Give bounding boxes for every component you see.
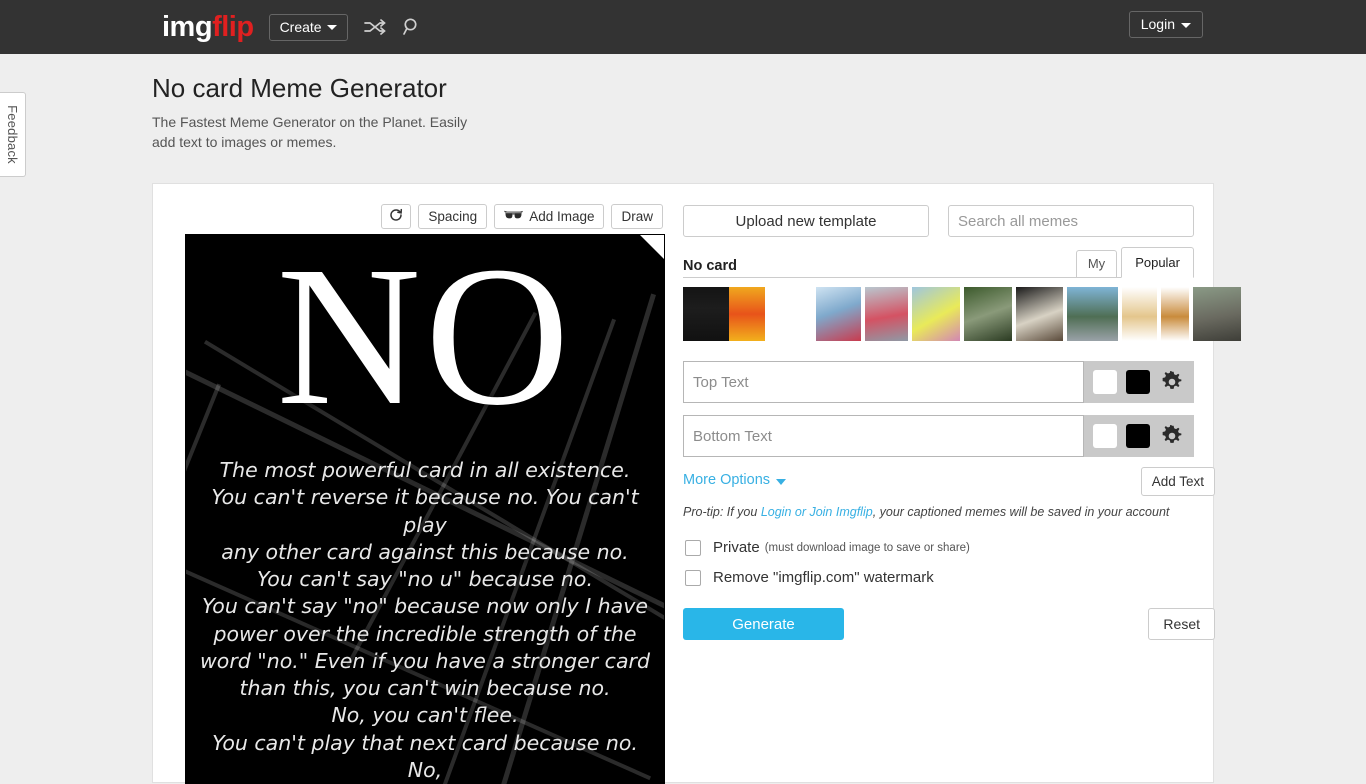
two-buttons-thumb[interactable] (816, 287, 861, 341)
top-text-settings-gear-icon[interactable] (1161, 371, 1183, 393)
generate-button[interactable]: Generate (683, 608, 844, 640)
private-label: Private (713, 539, 760, 556)
top-navigation-bar: imgflip Create Login (0, 0, 1366, 54)
template-tabs: My Popular (1075, 247, 1194, 278)
create-button[interactable]: Create (268, 13, 348, 41)
tab-popular[interactable]: Popular (1121, 247, 1194, 278)
bottom-text-color-swatch-white[interactable] (1093, 424, 1117, 448)
watermark-label: Remove "imgflip.com" watermark (713, 569, 934, 586)
chevron-down-icon (1181, 22, 1191, 28)
pro-tip-prefix: Pro-tip: If you (683, 505, 761, 519)
top-text-color-swatch-white[interactable] (1093, 370, 1117, 394)
add-image-button-label: Add Image (529, 208, 595, 224)
chevron-down-icon (776, 479, 787, 485)
card-corner-cut (640, 235, 664, 259)
current-template-name: No card (683, 258, 737, 274)
distracted-boyfriend-thumb[interactable] (865, 287, 908, 341)
reset-button[interactable]: Reset (1148, 608, 1215, 640)
bottom-text-color-swatch-black[interactable] (1126, 424, 1150, 448)
watermark-checkbox-row[interactable]: Remove "imgflip.com" watermark (683, 569, 934, 586)
options-column: Upload new template No card My Popular (683, 184, 1241, 784)
bottom-text-row (683, 415, 1194, 457)
editor-toolbar: Spacing Add Image Draw (381, 204, 663, 229)
private-checkbox[interactable] (685, 539, 701, 556)
logo-img-part: img (162, 10, 213, 43)
drake-hotline-bling-thumb[interactable] (729, 287, 765, 341)
pro-tip-suffix: , your captioned memes will be saved in … (872, 505, 1170, 519)
search-input[interactable] (948, 205, 1194, 237)
more-options-label: More Options (683, 472, 771, 488)
editor-column: Spacing Add Image Draw NO The most power… (153, 184, 665, 784)
create-button-label: Create (279, 18, 322, 35)
nav-left-group: imgflip Create (162, 0, 422, 54)
chevron-down-icon (326, 25, 337, 30)
feedback-tab-label: Feedback (5, 105, 21, 164)
spacing-button-label: Spacing (428, 208, 478, 224)
running-away-balloon-thumb[interactable] (912, 287, 960, 341)
logo-flip-part: flip (212, 10, 254, 43)
sunglasses-icon (504, 210, 524, 224)
more-options-toggle[interactable]: More Options (683, 472, 787, 488)
page-subtitle: The Fastest Meme Generator on the Planet… (152, 114, 468, 151)
bernie-sanders-thumb[interactable] (1193, 287, 1241, 341)
meme-body-text: The most powerful card in all existence.… (200, 458, 650, 782)
private-checkbox-row[interactable]: Private (must download image to save or … (683, 539, 970, 556)
dog-thumb[interactable] (1161, 287, 1189, 341)
bottom-text-settings-gear-icon[interactable] (1161, 425, 1183, 447)
meme-generator-card: Spacing Add Image Draw NO The most power… (152, 183, 1241, 784)
feedback-tab[interactable]: Feedback (0, 92, 26, 177)
trade-offer-thumb[interactable] (964, 287, 1012, 341)
meme-preview-canvas[interactable]: NO The most powerful card in all existen… (186, 235, 664, 784)
pro-tip-text: Pro-tip: If you Login or Join Imgflip, y… (683, 505, 1169, 519)
draw-button[interactable]: Draw (611, 204, 663, 229)
rotate-button[interactable] (381, 204, 412, 229)
draw-button-label: Draw (621, 208, 653, 224)
no-card-thumb[interactable] (683, 287, 729, 341)
login-button-label: Login (1140, 16, 1175, 32)
top-text-color-swatch-black[interactable] (1126, 370, 1150, 394)
add-image-button[interactable]: Add Image (494, 204, 605, 229)
upload-new-template-button[interactable]: Upload new template (683, 205, 929, 237)
spacing-button[interactable]: Spacing (418, 204, 488, 229)
private-sublabel: (must download image to save or share) (764, 541, 970, 554)
uno-draw-25-cards-thumb[interactable] (1016, 287, 1063, 341)
meme-headline-text: NO (276, 235, 574, 447)
tab-my[interactable]: My (1075, 250, 1118, 278)
bottom-text-input[interactable] (683, 415, 1084, 457)
top-text-row (683, 361, 1194, 403)
shuffle-icon[interactable] (363, 19, 386, 35)
search-icon[interactable] (402, 17, 422, 37)
imgflip-logo[interactable]: imgflip (162, 10, 254, 43)
login-button[interactable]: Login (1128, 11, 1203, 38)
rotate-icon (389, 208, 403, 225)
template-thumbnail-list (683, 287, 1241, 341)
add-text-button[interactable]: Add Text (1140, 467, 1215, 496)
login-or-join-link[interactable]: Login or Join Imgflip (761, 505, 873, 519)
top-text-input[interactable] (683, 361, 1084, 403)
watermark-checkbox[interactable] (685, 569, 701, 586)
page-title: No card Meme Generator (152, 73, 447, 103)
template-header: No card My Popular (683, 247, 1194, 278)
left-exit-12-off-ramp-thumb[interactable] (1067, 287, 1118, 341)
bird-thumb[interactable] (1122, 287, 1157, 341)
